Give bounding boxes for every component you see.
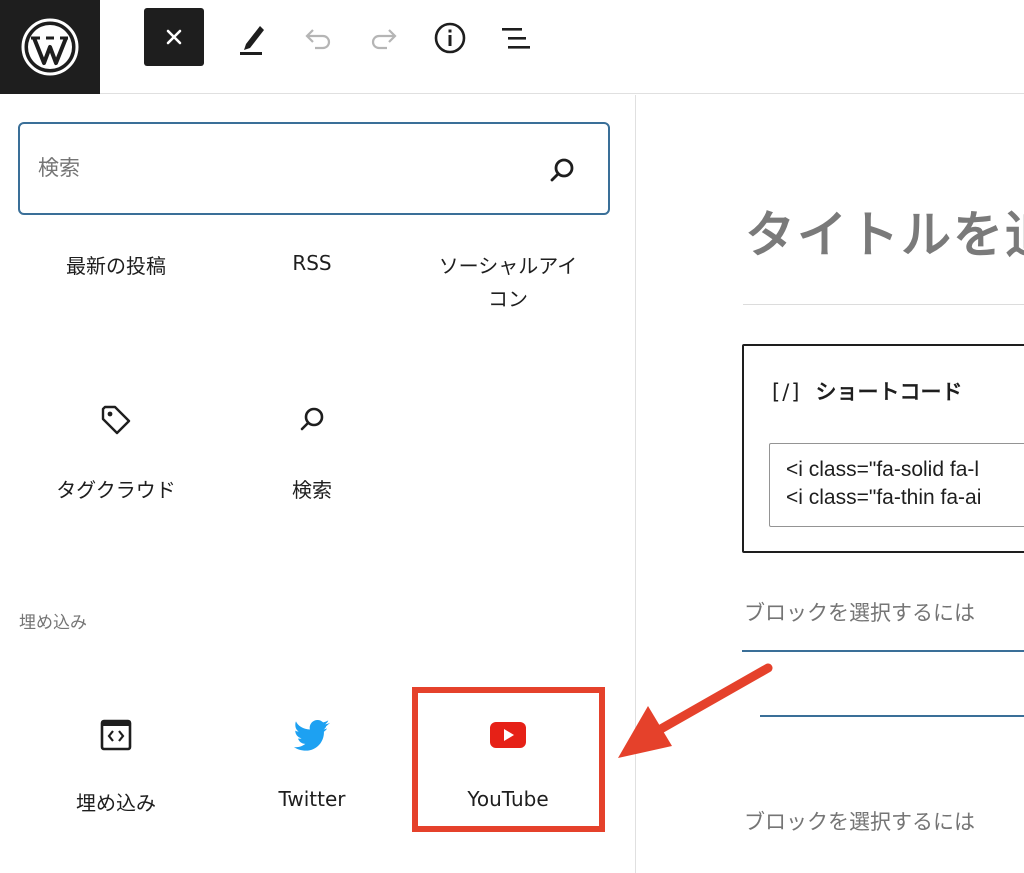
block-label: ソーシャルアイ bbox=[438, 254, 578, 278]
block-appender-placeholder[interactable]: ブロックを選択するには bbox=[744, 597, 975, 627]
redo-button[interactable] bbox=[364, 18, 404, 58]
block-label: コン bbox=[488, 287, 528, 311]
block-search-box bbox=[18, 122, 610, 215]
title-divider bbox=[743, 304, 1024, 305]
block-label: Twitter bbox=[278, 787, 346, 811]
tag-icon bbox=[96, 400, 136, 440]
block-appender-placeholder[interactable]: ブロックを選択するには bbox=[744, 806, 975, 836]
block-label: 埋め込み bbox=[76, 791, 156, 815]
embed-icon bbox=[96, 715, 136, 755]
edit-pencil-icon bbox=[240, 26, 264, 55]
category-heading-embeds: 埋め込み bbox=[19, 613, 87, 633]
block-label: 検索 bbox=[292, 478, 332, 502]
block-search-input[interactable] bbox=[38, 146, 518, 190]
shortcode-icon: [/] bbox=[772, 380, 802, 404]
annotation-arrow bbox=[618, 663, 773, 758]
info-icon bbox=[434, 22, 466, 54]
undo-icon bbox=[305, 29, 331, 50]
undo-button[interactable] bbox=[298, 18, 338, 58]
shortcode-block[interactable]: [/] ショートコード <i class="fa-solid fa-l <i cl… bbox=[742, 344, 1024, 553]
block-embed[interactable]: 埋め込み bbox=[18, 715, 214, 825]
block-social-icons[interactable]: ソーシャルアイ コン bbox=[410, 250, 606, 316]
post-title[interactable]: タイトルを追 bbox=[745, 195, 1024, 267]
block-rss[interactable]: RSS bbox=[214, 247, 410, 280]
shortcode-block-header: [/] ショートコード bbox=[772, 376, 962, 406]
details-button[interactable] bbox=[430, 18, 470, 58]
block-label: 最新の投稿 bbox=[66, 254, 166, 278]
close-inserter-button[interactable] bbox=[144, 8, 204, 66]
search-icon[interactable] bbox=[548, 156, 576, 184]
shortcode-text-area[interactable]: <i class="fa-solid fa-l <i class="fa-thi… bbox=[769, 443, 1024, 527]
editor-top-toolbar bbox=[0, 0, 1024, 94]
twitter-icon bbox=[292, 715, 332, 755]
block-latest-posts[interactable]: 最新の投稿 bbox=[18, 250, 214, 283]
tools-button[interactable] bbox=[232, 18, 272, 58]
wordpress-logo-icon bbox=[21, 18, 79, 76]
list-view-icon bbox=[502, 28, 530, 49]
shortcode-block-label: ショートコード bbox=[815, 380, 963, 404]
list-view-button[interactable] bbox=[496, 18, 536, 58]
block-search[interactable]: 検索 bbox=[214, 400, 410, 510]
block-twitter[interactable]: Twitter bbox=[214, 715, 410, 825]
youtube-highlight-box bbox=[412, 687, 605, 832]
block-label: RSS bbox=[292, 251, 332, 275]
redo-icon bbox=[371, 29, 397, 50]
block-tag-cloud[interactable]: タグクラウド bbox=[18, 400, 214, 510]
close-icon bbox=[166, 29, 182, 45]
wordpress-logo-button[interactable] bbox=[0, 0, 100, 94]
block-inserter-panel: 最新の投稿 RSS ソーシャルアイ コン タグクラウド 検索 埋め込み bbox=[0, 95, 636, 873]
block-label: タグクラウド bbox=[56, 478, 176, 502]
search-icon bbox=[292, 400, 332, 440]
